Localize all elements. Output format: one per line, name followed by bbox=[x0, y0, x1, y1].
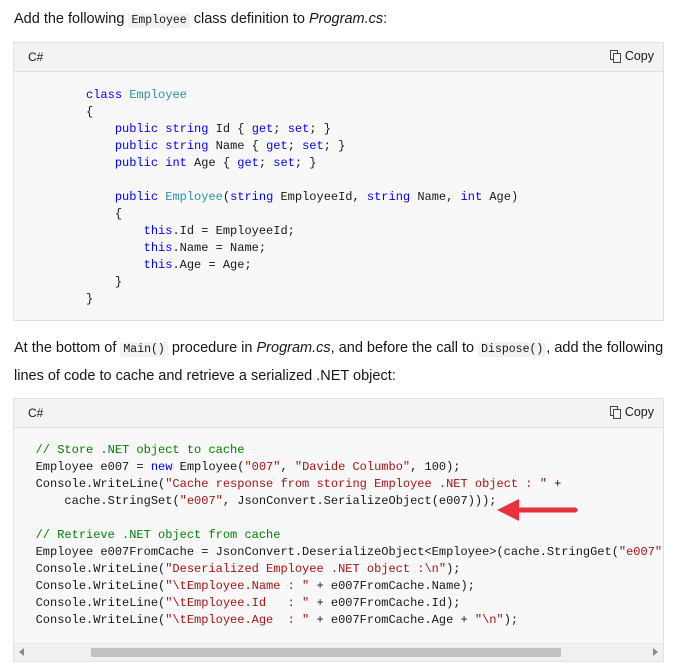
para2-line2: lines of code to cache and retrieve a se… bbox=[14, 368, 396, 384]
code-block-header-2: C# Copy bbox=[14, 399, 663, 428]
code-content-2: // Store .NET object to cache Employee e… bbox=[35, 443, 663, 627]
copy-button[interactable]: Copy bbox=[609, 49, 654, 63]
para2-text: At the bottom of bbox=[14, 340, 121, 356]
instruction-paragraph: At the bottom of Main() procedure in Pro… bbox=[14, 335, 663, 389]
copy-icon bbox=[609, 49, 621, 63]
copy-button-2[interactable]: Copy bbox=[609, 405, 654, 419]
inline-code-employee: Employee bbox=[128, 13, 190, 28]
file-name: Program.cs bbox=[308, 11, 384, 27]
intro-text: Add the following bbox=[14, 11, 129, 27]
language-label: C# bbox=[28, 50, 44, 64]
inline-code-dispose: Dispose() bbox=[478, 342, 547, 357]
scrollbar-thumb[interactable] bbox=[91, 648, 561, 657]
intro-text-2: class definition to bbox=[189, 11, 309, 27]
code-block-header: C# Copy bbox=[14, 43, 663, 72]
intro-paragraph: Add the following Employee class definit… bbox=[14, 6, 387, 34]
intro-text-3: : bbox=[383, 11, 388, 27]
copy-label: Copy bbox=[624, 49, 654, 63]
file-name-2: Program.cs bbox=[256, 340, 331, 356]
para2-text-4: , add the following bbox=[546, 340, 664, 356]
code-content: class Employee { public string Id { get;… bbox=[86, 88, 519, 306]
code-block-cache: C# Copy // Store .NET object to cache Em… bbox=[13, 398, 664, 662]
scroll-left-icon[interactable] bbox=[19, 648, 24, 656]
scroll-right-icon[interactable] bbox=[653, 648, 658, 656]
code-block-employee-class: C# Copy class Employee { public string I… bbox=[13, 42, 664, 321]
copy-label-2: Copy bbox=[624, 405, 654, 419]
horizontal-scrollbar[interactable] bbox=[14, 643, 663, 661]
inline-code-main: Main() bbox=[120, 342, 168, 357]
red-arrow-icon bbox=[497, 499, 578, 521]
para2-text-2: procedure in bbox=[167, 340, 257, 356]
para2-text-3: , and before the call to bbox=[330, 340, 479, 356]
copy-icon bbox=[609, 405, 621, 419]
language-label-2: C# bbox=[28, 406, 44, 420]
